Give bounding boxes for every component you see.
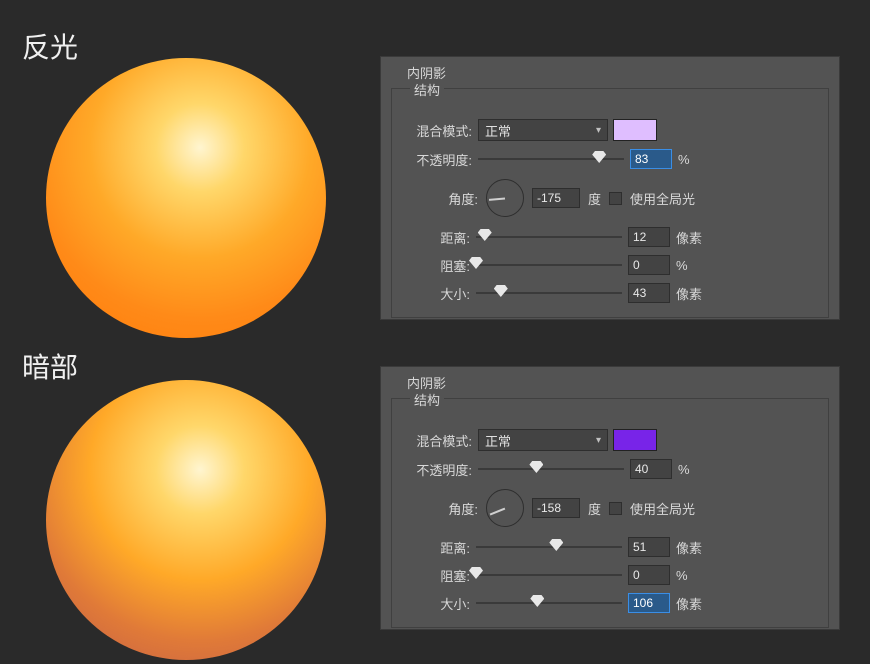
blend-mode-label: 混合模式: [402, 431, 472, 450]
distance-slider[interactable] [476, 539, 622, 555]
distance-unit: 像素 [676, 538, 702, 557]
choke-input[interactable] [628, 565, 670, 585]
distance-slider[interactable] [476, 229, 622, 245]
distance-unit: 像素 [676, 228, 702, 247]
size-input[interactable] [628, 283, 670, 303]
choke-label: 阻塞: [432, 566, 470, 585]
fieldset-legend: 结构 [410, 390, 444, 409]
distance-input[interactable] [628, 537, 670, 557]
distance-label: 距离: [432, 228, 470, 247]
size-slider[interactable] [476, 285, 622, 301]
chevron-down-icon: ▾ [596, 125, 601, 136]
angle-dial[interactable] [486, 489, 524, 527]
panel-title: 内阴影 [381, 367, 839, 392]
angle-unit: 度 [588, 499, 601, 518]
size-input[interactable] [628, 593, 670, 613]
angle-dial[interactable] [486, 179, 524, 217]
blend-mode-dropdown[interactable]: 正常 ▾ [478, 429, 608, 451]
color-swatch[interactable] [613, 429, 657, 451]
size-label: 大小: [432, 594, 470, 613]
blend-mode-dropdown[interactable]: 正常 ▾ [478, 119, 608, 141]
opacity-slider[interactable] [478, 151, 624, 167]
size-unit: 像素 [676, 594, 702, 613]
inner-shadow-panel-top: 内阴影 结构 混合模式: 正常 ▾ 不透明度: % 角度: [380, 56, 840, 320]
opacity-input[interactable] [630, 149, 672, 169]
choke-slider[interactable] [476, 257, 622, 273]
inner-shadow-panel-bottom: 内阴影 结构 混合模式: 正常 ▾ 不透明度: % 角度: [380, 366, 840, 630]
preview-sphere-shadow [46, 380, 326, 660]
global-light-label: 使用全局光 [630, 499, 695, 518]
choke-unit: % [676, 568, 688, 583]
opacity-slider[interactable] [478, 461, 624, 477]
opacity-label: 不透明度: [402, 460, 472, 479]
global-light-checkbox[interactable] [609, 502, 622, 515]
opacity-unit: % [678, 152, 690, 167]
blend-mode-value: 正常 [485, 431, 511, 450]
size-label: 大小: [432, 284, 470, 303]
choke-unit: % [676, 258, 688, 273]
blend-mode-label: 混合模式: [402, 121, 472, 140]
opacity-label: 不透明度: [402, 150, 472, 169]
size-slider[interactable] [476, 595, 622, 611]
angle-unit: 度 [588, 189, 601, 208]
chevron-down-icon: ▾ [596, 435, 601, 446]
angle-input[interactable] [532, 188, 580, 208]
distance-input[interactable] [628, 227, 670, 247]
fieldset-legend: 结构 [410, 80, 444, 99]
distance-label: 距离: [432, 538, 470, 557]
angle-input[interactable] [532, 498, 580, 518]
opacity-unit: % [678, 462, 690, 477]
choke-slider[interactable] [476, 567, 622, 583]
color-swatch[interactable] [613, 119, 657, 141]
global-light-checkbox[interactable] [609, 192, 622, 205]
preview-sphere-reflection [46, 58, 326, 338]
angle-label: 角度: [440, 189, 478, 208]
blend-mode-value: 正常 [485, 121, 511, 140]
choke-input[interactable] [628, 255, 670, 275]
panel-title: 内阴影 [381, 57, 839, 82]
choke-label: 阻塞: [432, 256, 470, 275]
section-label-shadow: 暗部 [22, 346, 78, 386]
global-light-label: 使用全局光 [630, 189, 695, 208]
angle-label: 角度: [440, 499, 478, 518]
size-unit: 像素 [676, 284, 702, 303]
opacity-input[interactable] [630, 459, 672, 479]
section-label-reflection: 反光 [22, 26, 78, 66]
